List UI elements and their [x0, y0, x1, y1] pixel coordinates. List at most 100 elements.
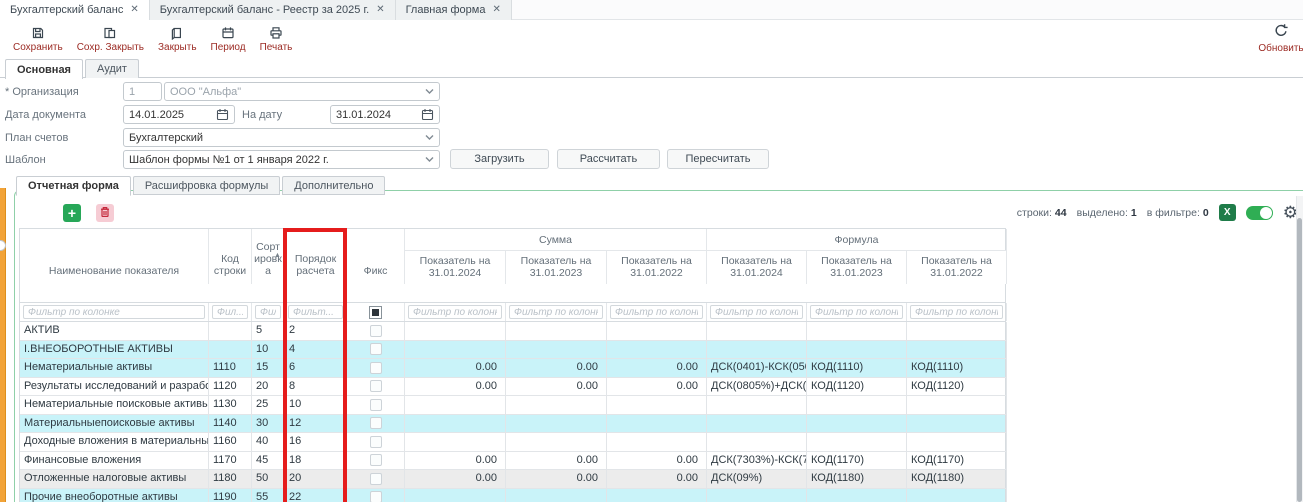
grid-stats-text: строки:44выделено:1в фильтре:0 — [1017, 207, 1209, 219]
save-close-icon — [103, 26, 117, 40]
window-tab-2[interactable]: Бухгалтерский баланс - Реестр за 2025 г.… — [150, 0, 396, 20]
fix-filter-checkbox[interactable] — [369, 306, 382, 319]
table-row[interactable]: Нематериальные активы11101560.000.000.00… — [20, 359, 1005, 378]
cell-sort: 15 — [252, 359, 285, 378]
load-button[interactable]: Загрузить — [450, 149, 549, 169]
stat-value: 1 — [1131, 207, 1137, 219]
doc-date-label: Дата документа — [5, 106, 117, 124]
table-row[interactable]: Отложенные налоговые активы118050200.000… — [20, 470, 1005, 489]
period-button[interactable]: Период — [204, 24, 253, 55]
refresh-label: Обновить — [1258, 43, 1303, 54]
fix-checkbox[interactable] — [370, 325, 382, 337]
close-button[interactable]: Закрыть — [151, 24, 204, 55]
window-tab-bar: Бухгалтерский баланс✕Бухгалтерский балан… — [0, 0, 1303, 20]
cell-sum-2 — [506, 322, 607, 341]
excel-export-button[interactable]: X — [1219, 204, 1236, 221]
recalculate-button[interactable]: Пересчитать — [667, 149, 769, 169]
tab-close-icon[interactable]: ✕ — [376, 5, 384, 15]
column-header-indicator-5[interactable]: Показатель на 31.01.2023 — [807, 251, 907, 284]
table-row[interactable]: Доходные вложения в материальные ц...116… — [20, 433, 1005, 452]
filter-input-8[interactable] — [610, 305, 703, 319]
column-header-name[interactable]: Наименование показателя — [20, 229, 209, 284]
org-code-field[interactable]: 1 — [123, 82, 162, 101]
window-tab-1[interactable]: Бухгалтерский баланс✕ — [0, 0, 150, 20]
cell-formula-2 — [807, 433, 907, 452]
report-tab-1[interactable]: Отчетная форма — [16, 176, 131, 196]
calendar-icon[interactable] — [421, 108, 434, 121]
column-header-indicator-6[interactable]: Показатель на 31.01.2022 — [907, 251, 1007, 284]
stat-1: строки:44 — [1017, 207, 1067, 219]
cell-sum-3 — [607, 341, 707, 360]
filter-input-4[interactable] — [288, 305, 343, 319]
cell-formula-1: ДСК(0401)-КСК(0501) — [707, 359, 807, 378]
fix-checkbox[interactable] — [370, 399, 382, 411]
filter-input-11[interactable] — [910, 305, 1003, 319]
chevron-down-icon — [425, 134, 434, 141]
report-tab-3[interactable]: Дополнительно — [282, 176, 385, 195]
column-header-order[interactable]: Порядок расчета — [285, 229, 347, 284]
calendar-icon[interactable] — [216, 108, 229, 121]
filter-toggle[interactable] — [1246, 206, 1273, 220]
cell-sum-1 — [405, 489, 506, 502]
main-toolbar: Сохранить Сохр. Закрыть ЗакрытьПериодПечат… — [0, 21, 1303, 58]
form-tab-1[interactable]: Основная — [5, 59, 83, 79]
save-close-button[interactable]: Сохр. Закрыть — [70, 24, 151, 55]
filter-input-3[interactable] — [255, 305, 281, 319]
print-button[interactable]: Печать — [253, 24, 300, 55]
fix-checkbox[interactable] — [370, 436, 382, 448]
add-row-button[interactable]: + — [63, 204, 81, 222]
column-header-indicator-1[interactable]: Показатель на 31.01.2024 — [405, 251, 506, 284]
fix-checkbox[interactable] — [370, 454, 382, 466]
plan-select[interactable]: Бухгалтерский — [123, 128, 440, 147]
fix-checkbox[interactable] — [370, 362, 382, 374]
refresh-button[interactable]: Обновить — [1259, 23, 1303, 54]
calculate-button[interactable]: Рассчитать — [557, 149, 660, 169]
save-button[interactable]: Сохранить — [6, 24, 70, 55]
column-header-fix[interactable]: Фикс — [347, 229, 405, 284]
window-tab-3[interactable]: Главная форма✕ — [396, 0, 512, 20]
delete-row-button[interactable] — [96, 204, 114, 222]
table-row[interactable]: АКТИВ52 — [20, 322, 1005, 341]
vertical-scrollbar-thumb[interactable] — [1297, 218, 1302, 502]
fix-checkbox[interactable] — [370, 491, 382, 502]
save-close-label: Сохр. Закрыть — [77, 42, 144, 53]
template-select[interactable]: Шаблон формы №1 от 1 января 2022 г. — [123, 150, 440, 169]
grid-status-bar: строки:44выделено:1в фильтре:0 X ⚙ — [1017, 204, 1298, 221]
table-row[interactable]: Нематериальные поисковые активы11302510 — [20, 396, 1005, 415]
cell-sort: 40 — [252, 433, 285, 452]
column-header-indicator-4[interactable]: Показатель на 31.01.2024 — [707, 251, 807, 284]
table-row[interactable]: Результаты исследований и разработок1120… — [20, 378, 1005, 397]
org-select[interactable]: ООО "Альфа" — [164, 82, 440, 101]
tab-close-icon[interactable]: ✕ — [492, 5, 500, 15]
fix-checkbox[interactable] — [370, 380, 382, 392]
cell-code: 1190 — [209, 489, 252, 502]
fix-checkbox[interactable] — [370, 417, 382, 429]
column-header-code[interactable]: Код строки — [209, 229, 252, 284]
cell-code: 1110 — [209, 359, 252, 378]
filter-input-7[interactable] — [509, 305, 603, 319]
table-row[interactable]: Материальныепоисковые активы11403012 — [20, 415, 1005, 434]
filter-input-9[interactable] — [710, 305, 803, 319]
table-row[interactable]: Прочие внеоборотные активы11905522 — [20, 489, 1005, 502]
table-row[interactable]: Финансовые вложения117045180.000.000.00Д… — [20, 452, 1005, 471]
report-tab-2[interactable]: Расшифровка формулы — [133, 176, 280, 195]
tab-close-icon[interactable]: ✕ — [130, 5, 138, 15]
form-tab-2[interactable]: Аудит — [85, 59, 139, 78]
filter-input-1[interactable] — [23, 305, 205, 319]
filter-cell-2 — [209, 303, 252, 321]
filter-input-6[interactable] — [408, 305, 502, 319]
save-icon — [31, 26, 45, 40]
on-date-label: На дату — [242, 106, 312, 124]
fix-checkbox[interactable] — [370, 473, 382, 485]
column-header-indicator-2[interactable]: Показатель на 31.01.2023 — [506, 251, 607, 284]
cell-order: 8 — [285, 378, 347, 397]
fix-checkbox[interactable] — [370, 343, 382, 355]
table-row[interactable]: I.ВНЕОБОРОТНЫЕ АКТИВЫ104 — [20, 341, 1005, 360]
cell-order: 16 — [285, 433, 347, 452]
column-header-indicator-3[interactable]: Показатель на 31.01.2022 — [607, 251, 707, 284]
doc-date-input[interactable]: 14.01.2025 — [123, 105, 235, 124]
filter-cell-7 — [506, 303, 607, 321]
filter-input-2[interactable] — [212, 305, 248, 319]
on-date-input[interactable]: 31.01.2024 — [330, 105, 440, 124]
filter-input-10[interactable] — [810, 305, 903, 319]
